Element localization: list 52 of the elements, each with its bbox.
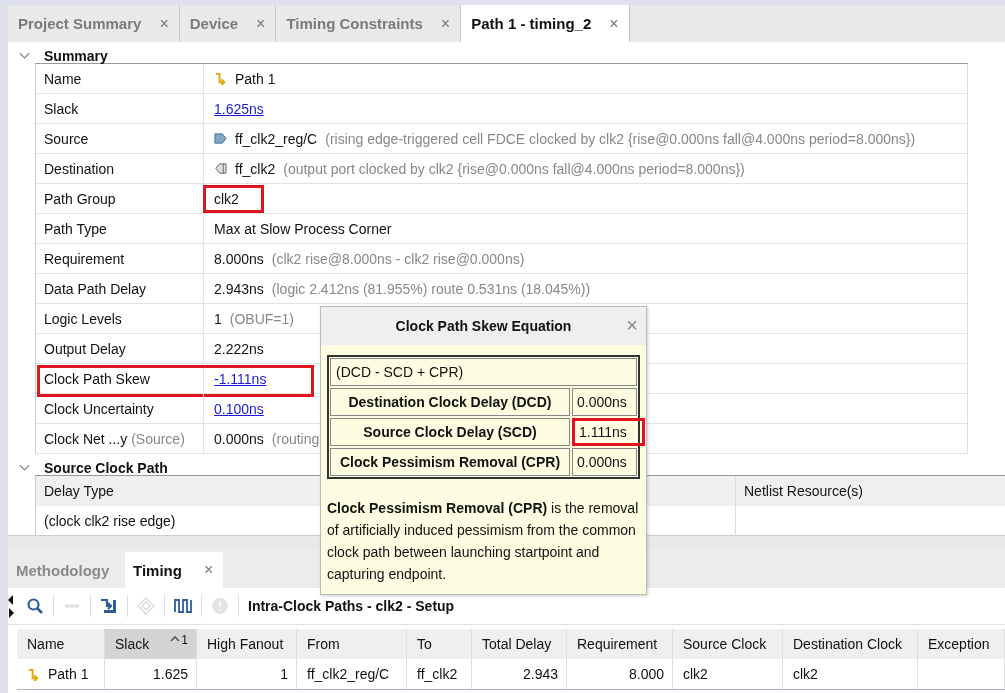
property-value: Max at Slow Process Corner [214, 220, 392, 237]
property-label: Path Group [44, 190, 116, 207]
property-label: Source [44, 130, 89, 147]
term-label: Destination Clock Delay (DCD) [330, 388, 570, 416]
property-value: clk2 [214, 190, 239, 207]
property-label: Requirement [44, 250, 125, 267]
popup-title: Clock Path Skew Equation [395, 318, 572, 334]
term-label: Clock Pessimism Removal (CPR) [330, 448, 570, 476]
property-value: 2.222ns [214, 340, 264, 357]
property-label: Clock Net ...y [44, 430, 128, 447]
property-value: Path 1 [235, 70, 276, 87]
term-value: 0.000ns [572, 448, 637, 476]
property-label: Clock Uncertainty [44, 400, 154, 417]
property-label: Logic Levels [44, 310, 122, 327]
sort-order: 1 [181, 633, 188, 647]
table-cell: 1.625 [152, 666, 188, 682]
table-cell: 1 [280, 666, 288, 682]
property-label: Data Path Delay [44, 280, 146, 297]
property-value: 8.000ns [214, 250, 264, 267]
section-title: Summary [44, 49, 108, 63]
table-cell: clk2 [793, 666, 818, 682]
panel-title: Intra-Clock Paths - clk2 - Setup [248, 598, 455, 614]
property-label: Destination [44, 160, 115, 177]
property-note: (logic 2.412ns (81.955%) route 0.531ns (18.045%)) [271, 280, 591, 297]
property-note: (OBUF=1) [229, 310, 294, 327]
term-value: 0.000ns [572, 388, 637, 416]
property-value: ff_clk2 [235, 160, 276, 177]
section-title: Source Clock Path [44, 461, 168, 475]
property-label: Name [44, 70, 82, 87]
table-cell: ff_clk2_reg/C [307, 666, 390, 682]
property-value: 2.943ns [214, 280, 264, 297]
property-value: 0.000ns [214, 430, 264, 447]
property-label: Clock Path Skew [44, 370, 150, 387]
table-cell: ff_clk2 [417, 666, 458, 682]
term-label: Source Clock Delay (SCD) [330, 418, 570, 446]
table-cell: 2.943 [522, 666, 558, 682]
table-cell: clk2 [683, 666, 708, 682]
property-note: (rising edge-triggered cell FDCE clocked by clk2 {rise@0.000ns fall@4.000ns period=8.000ns}) [325, 130, 916, 147]
property-note: (clk2 rise@8.000ns - clk2 rise@0.000ns) [271, 250, 525, 267]
property-note: (routing [271, 430, 320, 447]
property-note: (output port clocked by clk2 {rise@0.000ns fall@4.000ns period=8.000ns}) [283, 160, 745, 177]
table-cell: (clock clk2 rise edge) [44, 513, 176, 529]
description-text: Clock Pessimism Removal (CPR) is the removal of artificially induced pessimism from the common clock path between launching startpoint and capturing endpoint. [327, 499, 640, 584]
property-label: Path Type [44, 220, 107, 237]
equation-text: (DCD - SCD + CPR) [330, 358, 637, 386]
property-label: Output Delay [44, 340, 126, 357]
property-label: Slack [44, 100, 79, 117]
term-value: 1.111ns [572, 418, 645, 446]
property-value: ff_clk2_reg/C [235, 130, 318, 147]
property-value: 1 [214, 310, 222, 327]
property-note: (Source) [130, 430, 185, 447]
table-cell: 8.000 [628, 666, 664, 682]
